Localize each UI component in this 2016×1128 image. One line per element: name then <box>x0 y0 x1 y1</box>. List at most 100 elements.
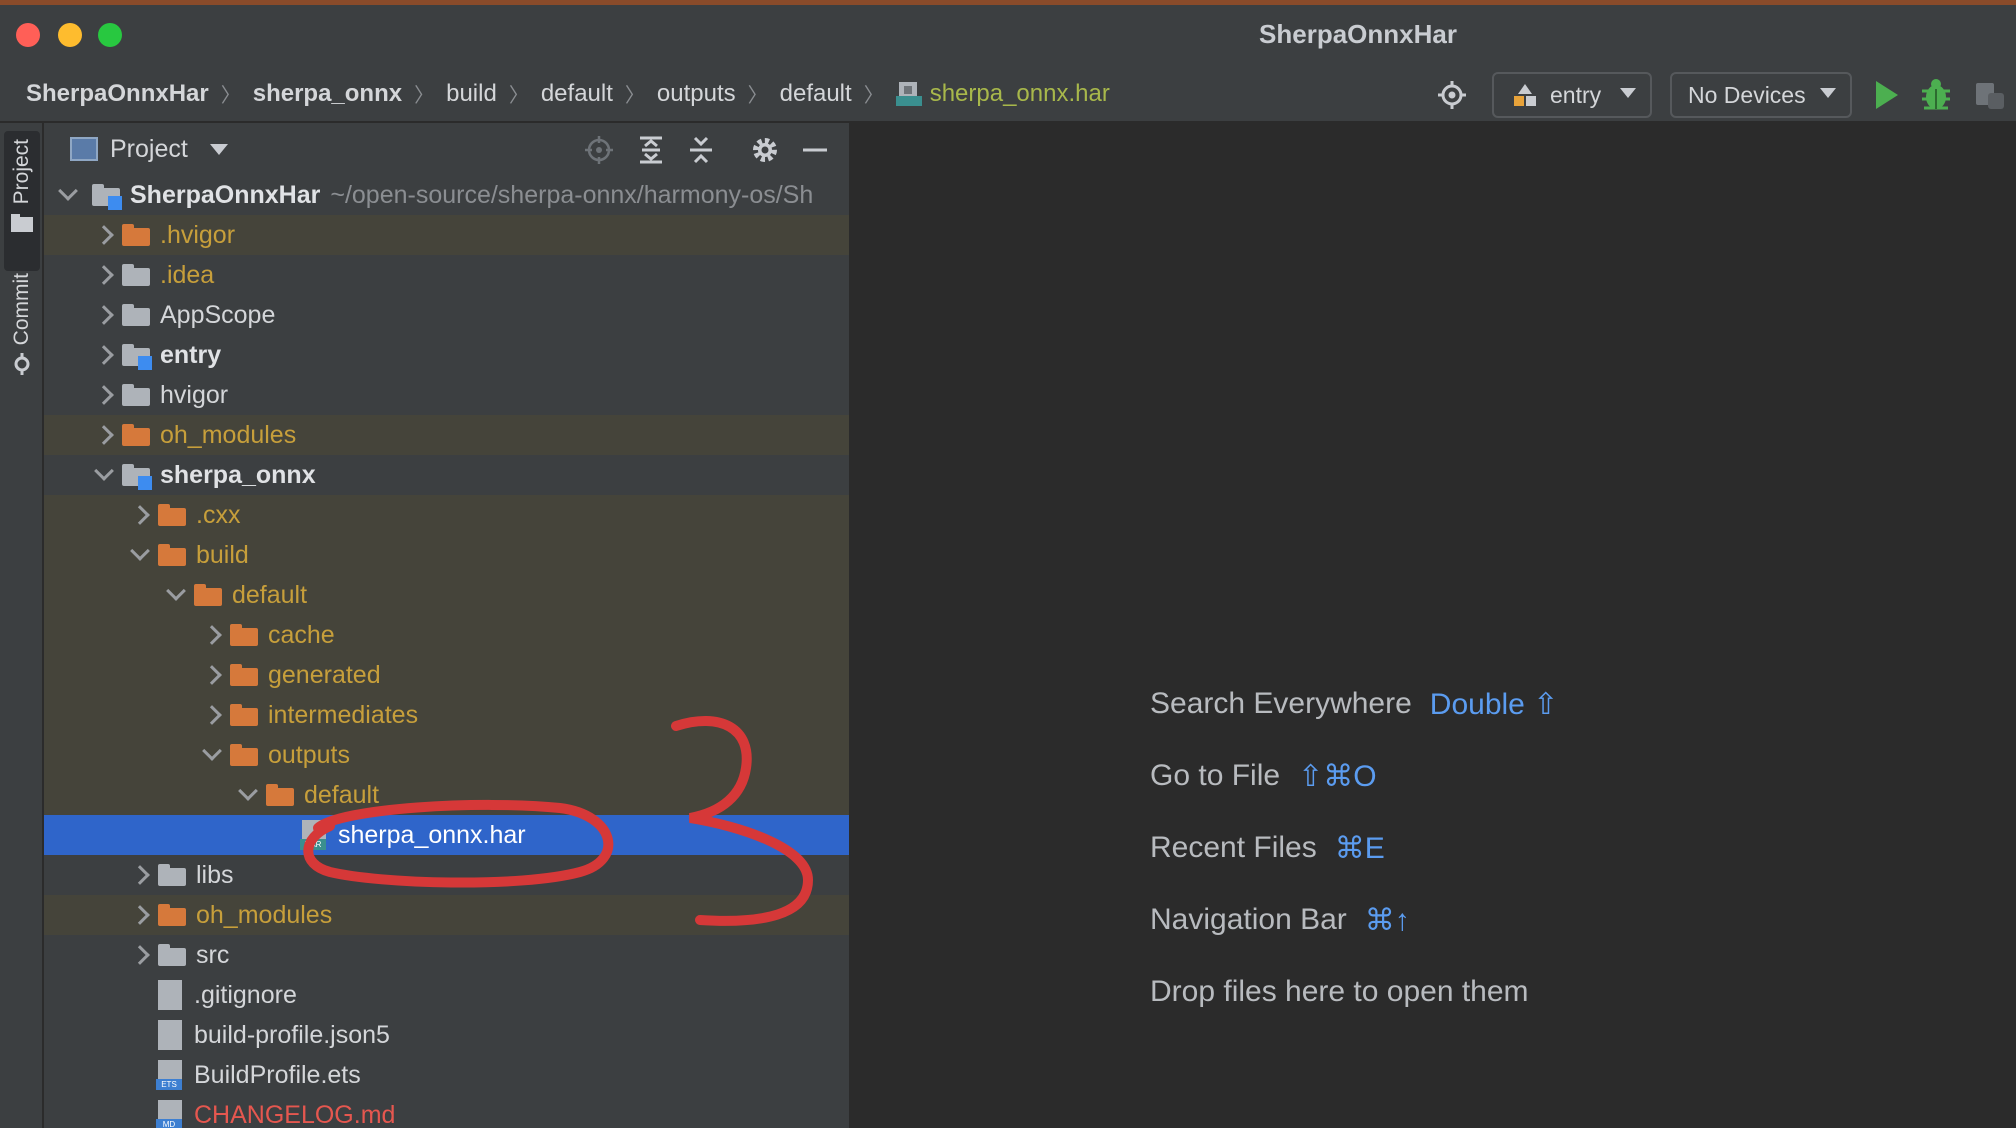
tree-row-root[interactable]: SherpaOnnxHar ~/open-source/sherpa-onnx/… <box>44 175 849 215</box>
tree-row[interactable]: build-profile.json5 <box>44 1015 849 1055</box>
tree-row-label: outputs <box>268 740 351 769</box>
tree-row[interactable]: oh_modules <box>44 895 849 935</box>
device-dropdown[interactable]: No Devices <box>1670 72 1852 118</box>
tree-row[interactable]: entry <box>44 335 849 375</box>
chevron-right-icon[interactable] <box>130 505 150 525</box>
tree-row[interactable]: intermediates <box>44 695 849 735</box>
tool-tab-label: Commit <box>10 273 33 346</box>
minimize-icon[interactable] <box>800 135 830 165</box>
folder-icon <box>230 704 258 726</box>
folder-icon <box>194 584 222 606</box>
navigation-toolbar: SherpaOnnxHar 〉 sherpa_onnx 〉 build 〉 de… <box>0 67 2016 123</box>
chevron-right-icon[interactable] <box>130 865 150 885</box>
chevron-right-icon[interactable] <box>94 345 114 365</box>
tree-row[interactable]: generated <box>44 655 849 695</box>
tree-row[interactable]: oh_modules <box>44 415 849 455</box>
chevron-right-icon[interactable] <box>94 385 114 405</box>
folder-icon <box>122 224 150 246</box>
tree-row-label: .cxx <box>196 500 241 529</box>
chevron-right-icon[interactable] <box>94 305 114 325</box>
breadcrumb-item[interactable]: default <box>541 80 613 108</box>
tree-row[interactable]: .gitignore <box>44 975 849 1015</box>
tool-tab-project[interactable]: Project <box>4 131 40 271</box>
chevron-down-icon[interactable] <box>130 541 150 561</box>
chevron-down-icon[interactable] <box>238 781 258 801</box>
tree-row[interactable]: .cxx <box>44 495 849 535</box>
chevron-right-icon[interactable] <box>94 265 114 285</box>
tree-row-label: SherpaOnnxHar <box>130 180 321 209</box>
editor-empty-area[interactable]: Search Everywhere Double ⇧ Go to File ⇧⌘… <box>849 123 2016 1128</box>
breadcrumb-item[interactable]: build <box>446 80 497 108</box>
run-configuration-dropdown[interactable]: entry <box>1492 72 1652 118</box>
chevron-down-icon[interactable] <box>58 181 78 201</box>
hint-recent-files[interactable]: Recent Files ⌘E <box>1150 812 1558 884</box>
tree-row-label: build <box>196 540 249 569</box>
chevron-right-icon[interactable] <box>130 905 150 925</box>
chevron-right-icon[interactable] <box>202 625 222 645</box>
breadcrumb-separator-icon: 〉 <box>747 85 768 107</box>
project-view-selector[interactable]: Project <box>70 135 228 164</box>
commit-icon <box>14 353 30 376</box>
tree-row[interactable]: default <box>44 775 849 815</box>
breadcrumb-item[interactable]: default <box>780 80 852 108</box>
breadcrumb-item[interactable]: sherpa_onnx <box>253 80 402 108</box>
tree-row[interactable]: HAR sherpa_onnx.har <box>44 815 849 855</box>
tree-row[interactable]: build <box>44 535 849 575</box>
tree-row-label: oh_modules <box>160 420 297 449</box>
tree-row[interactable]: hvigor <box>44 375 849 415</box>
tree-row-label: CHANGELOG.md <box>194 1100 396 1128</box>
folder-icon <box>230 664 258 686</box>
tree-row[interactable]: cache <box>44 615 849 655</box>
chevron-down-icon[interactable] <box>202 741 222 761</box>
chevron-right-icon[interactable] <box>202 665 222 685</box>
collapse-all-icon[interactable] <box>686 135 716 165</box>
locate-icon[interactable] <box>584 135 614 165</box>
folder-icon <box>122 304 150 326</box>
hint-go-to-file[interactable]: Go to File ⇧⌘O <box>1150 740 1558 812</box>
hint-search-everywhere[interactable]: Search Everywhere Double ⇧ <box>1150 668 1558 740</box>
chevron-right-icon[interactable] <box>94 225 114 245</box>
breadcrumb-separator-icon: 〉 <box>220 85 241 107</box>
window-title: SherpaOnnxHar <box>1259 19 1457 49</box>
attach-debugger-icon[interactable] <box>1974 79 2006 111</box>
breadcrumb-item[interactable]: SherpaOnnxHar <box>26 80 209 108</box>
har-file-icon: HAR <box>300 820 326 850</box>
chevron-down-icon[interactable] <box>94 461 114 481</box>
module-entry-icon <box>1514 84 1536 106</box>
tree-row[interactable]: outputs <box>44 735 849 775</box>
expand-all-icon[interactable] <box>636 135 666 165</box>
breadcrumb-item-har[interactable]: sherpa_onnx.har <box>895 80 1110 108</box>
folder-icon <box>158 904 186 926</box>
tree-row[interactable]: MD CHANGELOG.md <box>44 1095 849 1128</box>
module-folder-icon <box>122 464 152 490</box>
tree-row[interactable]: .idea <box>44 255 849 295</box>
tree-row[interactable]: libs <box>44 855 849 895</box>
breadcrumb: SherpaOnnxHar 〉 sherpa_onnx 〉 build 〉 de… <box>26 79 1110 108</box>
tree-row-label: oh_modules <box>196 900 333 929</box>
debug-bug-icon[interactable] <box>1920 77 1952 111</box>
target-icon[interactable] <box>1438 81 1466 109</box>
project-panel-header: Project <box>44 123 849 175</box>
tree-row-label: sherpa_onnx <box>160 460 316 489</box>
tree-row[interactable]: default <box>44 575 849 615</box>
tree-row[interactable]: ETS BuildProfile.ets <box>44 1055 849 1095</box>
chevron-right-icon[interactable] <box>94 425 114 445</box>
tool-tab-commit[interactable]: Commit <box>4 273 40 393</box>
tree-row-label: AppScope <box>160 300 276 329</box>
har-file-icon <box>895 81 922 106</box>
tree-row[interactable]: AppScope <box>44 295 849 335</box>
hint-navigation-bar[interactable]: Navigation Bar ⌘↑ <box>1150 884 1558 956</box>
gear-icon[interactable] <box>750 135 780 165</box>
tree-row-label: entry <box>160 340 222 369</box>
play-icon[interactable] <box>1876 81 1898 109</box>
chevron-down-icon <box>1820 88 1836 98</box>
tree-row[interactable]: .hvigor <box>44 215 849 255</box>
chevron-right-icon[interactable] <box>202 705 222 725</box>
chevron-right-icon[interactable] <box>130 945 150 965</box>
tree-row[interactable]: src <box>44 935 849 975</box>
breadcrumb-item[interactable]: outputs <box>657 80 736 108</box>
chevron-down-icon[interactable] <box>166 581 186 601</box>
tree-row[interactable]: sherpa_onnx <box>44 455 849 495</box>
folder-icon <box>230 624 258 646</box>
hint-label: Navigation Bar <box>1150 903 1347 936</box>
